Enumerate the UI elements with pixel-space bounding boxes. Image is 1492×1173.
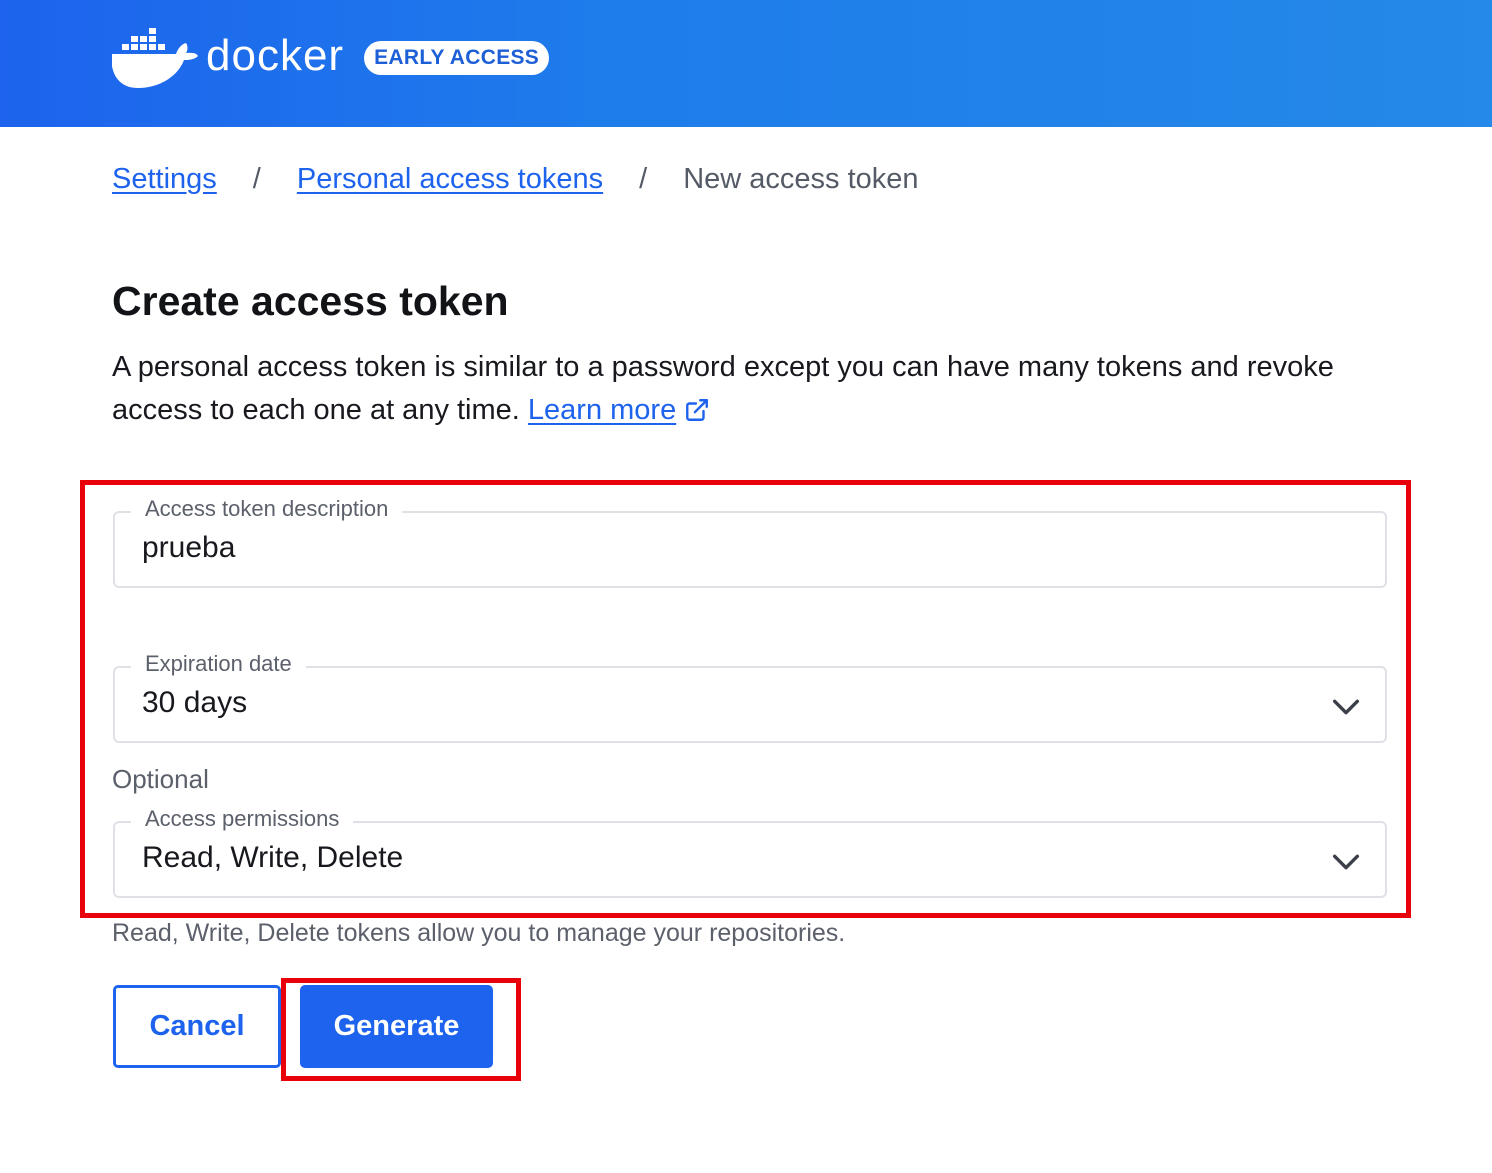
learn-more-link[interactable]: Learn more: [528, 394, 676, 426]
access-token-description-input[interactable]: [142, 531, 1242, 565]
early-access-badge: EARLY ACCESS: [364, 41, 550, 75]
optional-label: Optional: [112, 764, 209, 794]
top-navigation-bar: docker EARLY ACCESS: [0, 0, 1492, 127]
access-token-description-field[interactable]: Access token description: [113, 496, 1387, 588]
permissions-helper-text: Read, Write, Delete tokens allow you to …: [112, 919, 846, 947]
page-title: Create access token: [112, 278, 509, 324]
chevron-down-icon[interactable]: [1329, 690, 1363, 724]
brand-name: docker: [206, 31, 345, 80]
expiration-date-value[interactable]: 30 days: [142, 686, 1242, 720]
expiration-date-label: Expiration date: [131, 651, 306, 677]
chevron-down-icon[interactable]: [1329, 845, 1363, 879]
description-text: A personal access token is similar to a …: [112, 351, 1334, 426]
generate-button[interactable]: Generate: [300, 985, 493, 1068]
access-permissions-value[interactable]: Read, Write, Delete: [142, 841, 1242, 875]
expiration-date-select[interactable]: Expiration date 30 days: [113, 651, 1387, 743]
breadcrumb: Settings / Personal access tokens / New …: [112, 163, 919, 196]
page-description: A personal access token is similar to a …: [112, 346, 1352, 432]
breadcrumb-current-page: New access token: [683, 163, 919, 195]
breadcrumb-personal-access-tokens-link[interactable]: Personal access tokens: [297, 163, 603, 196]
cancel-button[interactable]: Cancel: [113, 985, 281, 1068]
docker-whale-icon: [112, 28, 198, 88]
breadcrumb-settings-link[interactable]: Settings: [112, 163, 217, 196]
access-permissions-label: Access permissions: [131, 806, 354, 832]
access-token-description-label: Access token description: [131, 496, 403, 522]
breadcrumb-separator: /: [639, 163, 648, 195]
access-permissions-select[interactable]: Access permissions Read, Write, Delete: [113, 806, 1387, 898]
breadcrumb-separator: /: [252, 163, 261, 195]
docker-logo[interactable]: docker EARLY ACCESS: [110, 26, 550, 90]
external-link-icon[interactable]: [684, 397, 710, 423]
